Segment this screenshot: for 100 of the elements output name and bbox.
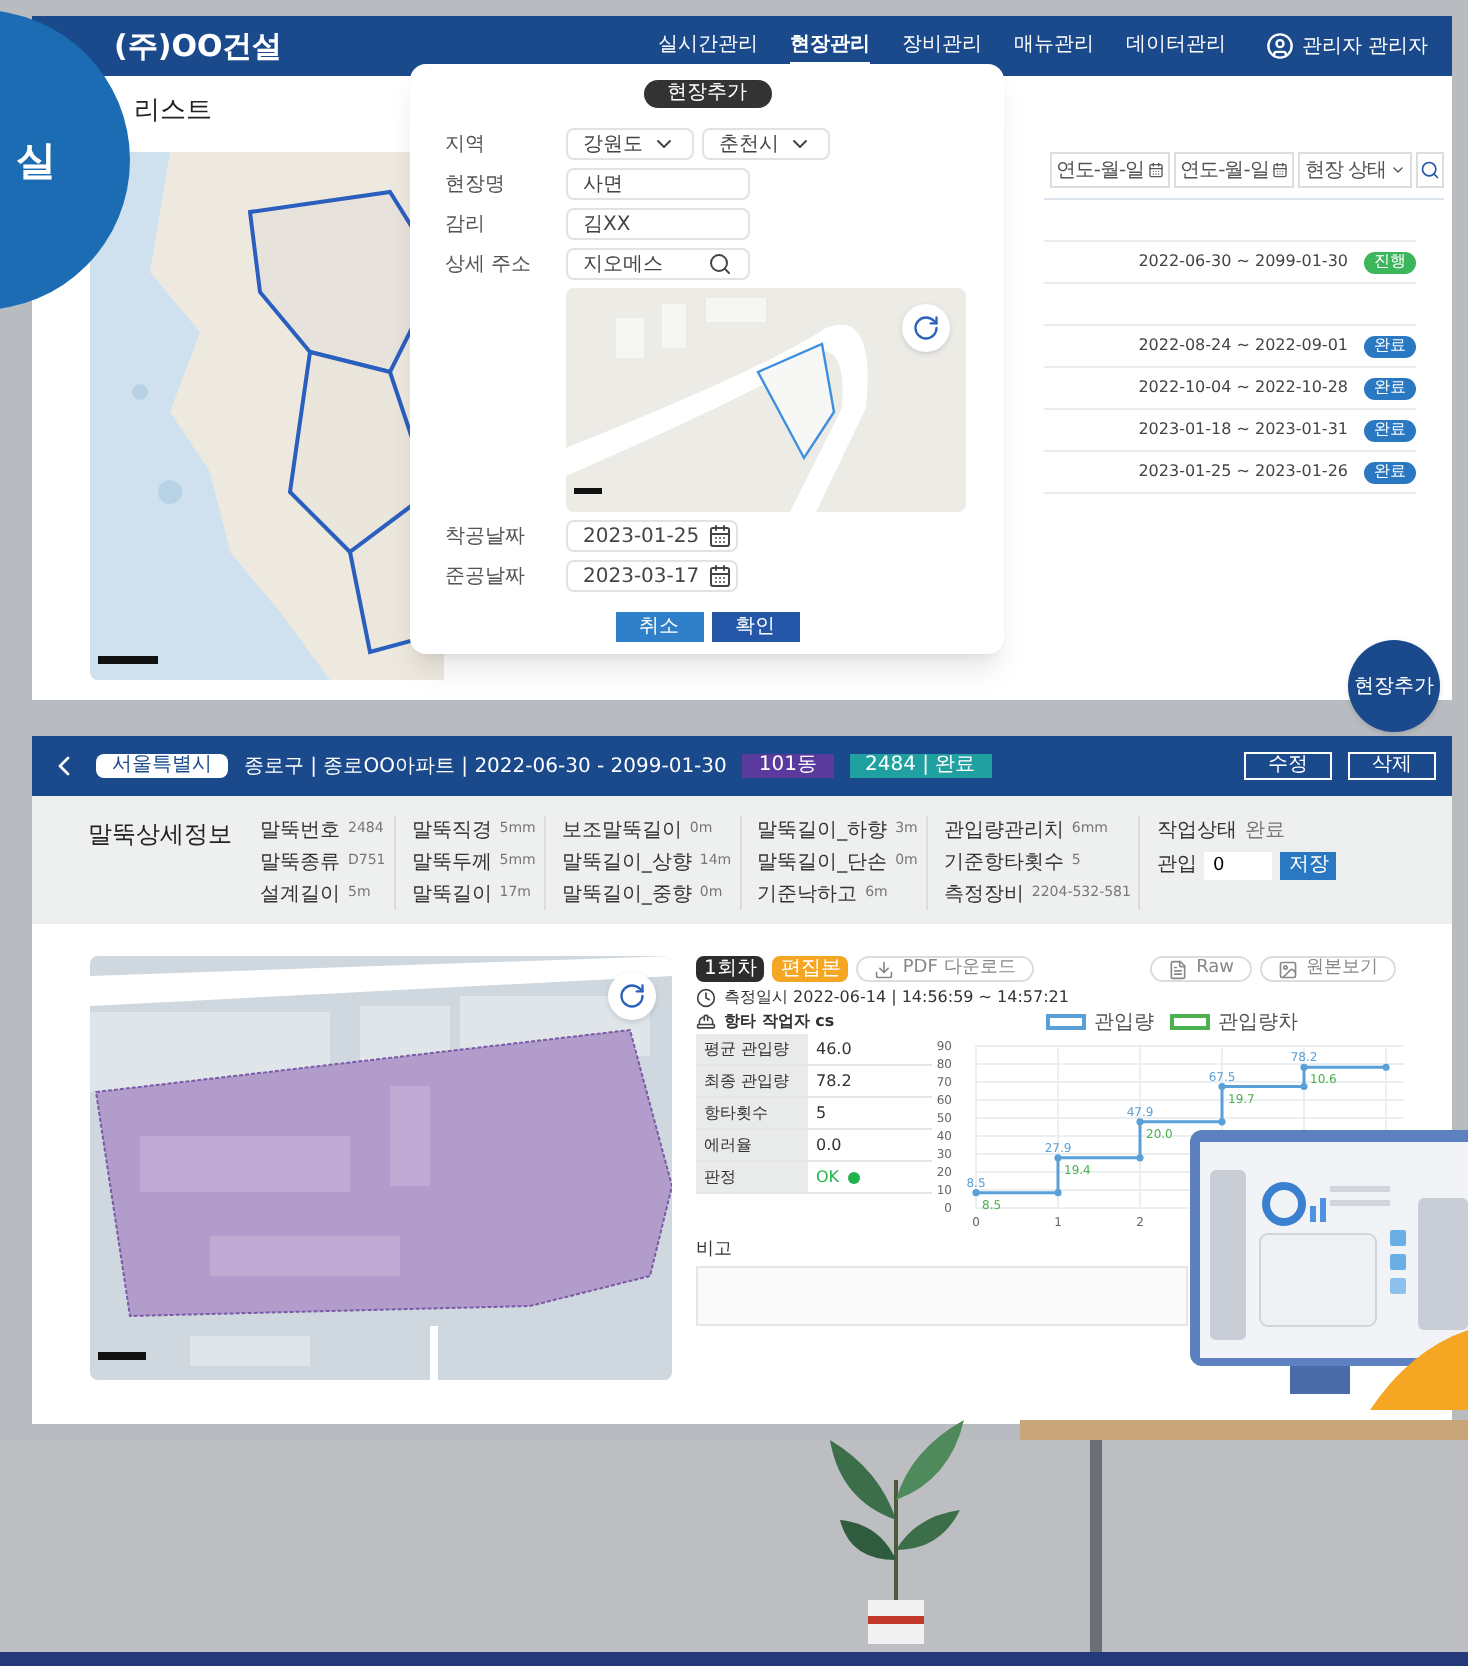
search-button[interactable] [1416, 152, 1444, 188]
field-label: 상세 주소 [445, 251, 534, 279]
nav-tab[interactable]: 데이터관리 [1125, 28, 1226, 64]
period-text: 2022-06-30 ~ 2099-01-30 [1138, 250, 1348, 274]
stat-value: 0.0 [814, 1133, 844, 1157]
stat-label: 항타횟수 [696, 1098, 808, 1128]
worker-text: 항타 작업자 cs [724, 1010, 835, 1034]
stat-label: 평균 관입량 [696, 1034, 808, 1064]
nav-tab[interactable]: 장비관리 [901, 28, 982, 64]
stat-value: OK [808, 1162, 868, 1192]
user-icon [1265, 32, 1294, 60]
chevron-icon [1390, 162, 1406, 178]
info-label: 말뚝길이_중향 [561, 882, 692, 910]
refresh-icon [911, 314, 939, 342]
add-site-button[interactable]: 현장추가 [1348, 640, 1440, 732]
raw-button[interactable]: Raw [1150, 956, 1252, 982]
save-button[interactable]: 저장 [1280, 851, 1337, 879]
status-badge: 완료 [1364, 377, 1416, 399]
info-value: 완료 [1244, 818, 1285, 846]
badge-text: 실 [16, 134, 56, 188]
info-label: 말뚝길이_하향 [757, 818, 888, 846]
date-filter[interactable]: 연도-월-일 [1174, 152, 1295, 188]
date-field[interactable]: 2023-01-25 [565, 520, 737, 552]
info-label: 기준낙하고 [757, 882, 858, 910]
stat-label: 에러율 [696, 1130, 808, 1160]
status-select[interactable]: 현장 상태 [1298, 152, 1412, 188]
stat-value: 5 [814, 1101, 829, 1125]
info-label: 관입량관리치 [943, 818, 1064, 846]
info-label: 말뚝길이_단손 [757, 850, 888, 878]
select-field[interactable]: 강원도 [565, 128, 693, 160]
field-label: 지역 [445, 131, 487, 159]
region-label: 서울특별시 [96, 754, 228, 778]
stat-value: 78.2 [814, 1069, 854, 1093]
calendar-icon [707, 524, 732, 548]
header-button[interactable]: 삭제 [1348, 752, 1436, 780]
data-point [1136, 1154, 1144, 1162]
input-field[interactable]: 사면 [565, 168, 749, 200]
image-icon [1278, 959, 1298, 979]
legend-swatch [1046, 1014, 1086, 1030]
penetration-field[interactable]: 0 [1204, 851, 1273, 879]
field-label: 준공날짜 [445, 563, 527, 591]
dialog-title: 현장추가 [643, 80, 771, 108]
data-point [1218, 1082, 1226, 1091]
data-point [972, 1189, 980, 1197]
tag: 101동 [742, 754, 833, 778]
period-text: 2022-08-24 ~ 2022-09-01 [1138, 334, 1348, 358]
worker-icon [696, 1012, 716, 1032]
info-label: 작업상태 [1156, 818, 1237, 846]
period-text: 2023-01-25 ~ 2023-01-26 [1138, 460, 1348, 484]
data-point [1054, 1189, 1062, 1197]
status-badge: 완료 [1364, 335, 1416, 357]
dialog-button[interactable]: 확인 [711, 612, 799, 642]
data-point [1300, 1082, 1308, 1091]
select-field[interactable]: 춘천시 [701, 128, 829, 160]
input-field[interactable]: 김XX [565, 208, 749, 240]
measured-time: 측정일시 2022-06-14 | 14:56:59 ~ 14:57:21 [724, 986, 1069, 1010]
field-label: 착공날짜 [445, 523, 527, 551]
date-filter[interactable]: 연도-월-일 [1049, 152, 1171, 188]
round-tab[interactable]: 1회차 [696, 956, 765, 982]
breadcrumb: 종로구 | 종로OO아파트 | 2022-06-30 - 2099-01-30 [244, 753, 727, 781]
stat-value: 46.0 [814, 1037, 854, 1061]
data-point [1054, 1154, 1062, 1162]
header-button[interactable]: 수정 [1244, 752, 1332, 780]
period-text: 2023-01-18 ~ 2023-01-31 [1138, 418, 1348, 442]
calendar-icon [707, 564, 732, 588]
date-field[interactable]: 2023-03-17 [565, 560, 737, 592]
field-label: 현장명 [445, 171, 507, 199]
remarks-field[interactable] [696, 1265, 1188, 1325]
status-badge: 완료 [1364, 461, 1416, 483]
info-label: 측정장비 [943, 882, 1024, 910]
search-icon [707, 252, 731, 276]
search-field[interactable]: 지오메스 [565, 248, 749, 280]
calendar-icon [1148, 162, 1165, 178]
field-label: 감리 [445, 211, 487, 239]
calendar-icon [1272, 162, 1289, 178]
user-name: 관리자 관리자 [1301, 33, 1428, 61]
nav-tab[interactable]: 매뉴관리 [1013, 28, 1094, 64]
legend-item: 관입량 [1046, 1007, 1154, 1037]
info-label: 보조말뚝길이 [561, 818, 682, 846]
nav-tab[interactable]: 실시간관리 [657, 28, 758, 64]
info-label: 설계길이 [260, 882, 340, 910]
pdf-download-button[interactable]: PDF 다운로드 [856, 956, 1034, 982]
original-button[interactable]: 원본보기 [1260, 956, 1396, 982]
file-icon [1168, 959, 1189, 979]
refresh-icon [618, 982, 646, 1010]
download-icon [874, 959, 895, 979]
info-label: 기준항타횟수 [943, 850, 1064, 878]
info-label: 말뚝길이 [411, 882, 492, 910]
clock-icon [696, 988, 716, 1008]
info-label: 말뚝두께 [411, 850, 492, 878]
brand-title: (주)OO건설 [114, 25, 283, 68]
page-title: 리스트 [134, 94, 214, 130]
legend-item: 관입량차 [1170, 1007, 1298, 1037]
period-text: 2022-10-04 ~ 2022-10-28 [1138, 376, 1348, 400]
info-label: 관입 [1156, 852, 1197, 880]
dialog-button[interactable]: 취소 [615, 612, 703, 642]
tag: 2484 | 완료 [849, 754, 992, 778]
info-label: 말뚝번호 [260, 818, 340, 846]
status-badge: 진행 [1364, 251, 1416, 273]
status-badge: 완료 [1364, 419, 1416, 441]
